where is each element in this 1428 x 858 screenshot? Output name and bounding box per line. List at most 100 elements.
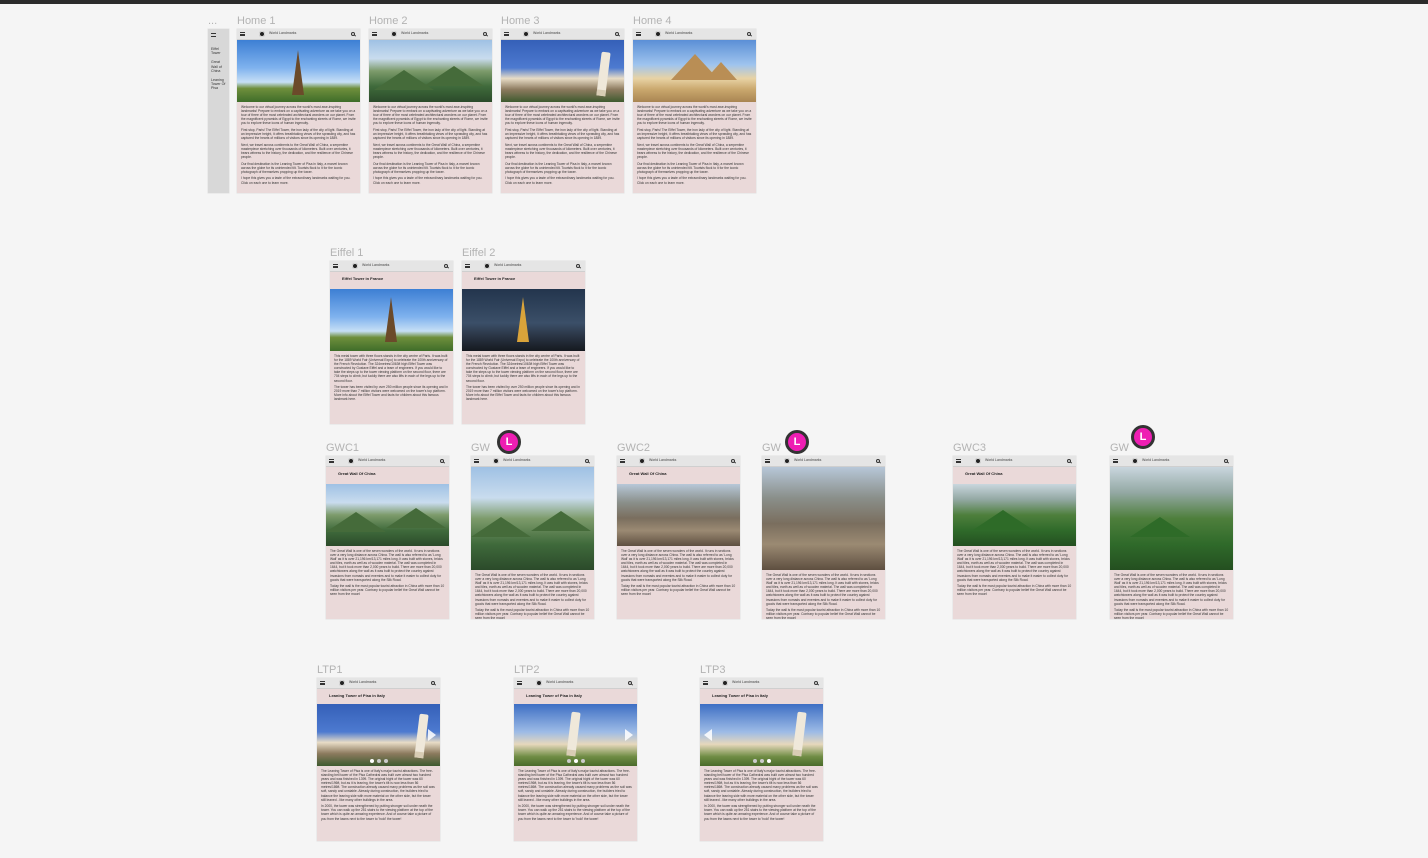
hamburger-icon[interactable] <box>465 264 470 268</box>
search-icon[interactable] <box>444 263 448 268</box>
carousel-dot[interactable] <box>766 759 771 763</box>
frame-gwc2[interactable]: World Landmarks Great Wall Of China The … <box>617 456 740 619</box>
frame-gwc1-variant[interactable]: World Landmarks The Great Wall is one of… <box>471 456 594 619</box>
frame-ltp3[interactable]: World Landmarks Leaning Tower of Pisa in… <box>700 678 823 841</box>
frame-label-home1[interactable]: Home 1 <box>237 15 276 27</box>
frame-home4[interactable]: World Landmarks Welcome to our virtual j… <box>633 29 756 193</box>
carousel-dot[interactable] <box>759 759 764 763</box>
frame-header: World Landmarks <box>762 456 885 467</box>
frame-gwc2-variant[interactable]: World Landmarks The Great Wall is one of… <box>762 456 885 619</box>
hamburger-icon[interactable] <box>620 459 625 463</box>
frame-home2[interactable]: World Landmarks Welcome to our virtual j… <box>369 29 492 193</box>
frame-header: World Landmarks <box>501 29 624 40</box>
carousel-dots <box>369 759 388 763</box>
home-body-text: Welcome to our virtual journey across th… <box>241 105 356 185</box>
collaborator-avatar[interactable]: L <box>785 430 809 454</box>
search-icon[interactable] <box>615 31 619 36</box>
carousel-image-pisa[interactable] <box>700 704 823 766</box>
frame-label-ltp1[interactable]: LTP1 <box>317 664 342 676</box>
frame-label-gwc2[interactable]: GWC2 <box>617 442 650 454</box>
search-icon[interactable] <box>1224 458 1228 463</box>
collaborator-avatar[interactable]: L <box>497 430 521 454</box>
frame-label-eiffel2[interactable]: Eiffel 2 <box>462 247 495 259</box>
frame-home1[interactable]: World Landmarks Welcome to our virtual j… <box>237 29 360 193</box>
hamburger-icon[interactable] <box>517 681 522 685</box>
frame-gwc1[interactable]: World Landmarks Great Wall Of China The … <box>326 456 449 619</box>
search-icon[interactable] <box>483 31 487 36</box>
mountain-shape <box>1130 517 1190 537</box>
frame-label-ltp3[interactable]: LTP3 <box>700 664 725 676</box>
frame-gwc3[interactable]: World Landmarks Great Wall Of China The … <box>953 456 1076 619</box>
brand-name: World Landmarks <box>349 680 377 684</box>
hamburger-icon[interactable] <box>372 32 377 36</box>
frame-label-home4[interactable]: Home 4 <box>633 15 672 27</box>
carousel-dot[interactable] <box>573 759 578 763</box>
hamburger-icon[interactable] <box>329 459 334 463</box>
search-icon[interactable] <box>351 31 355 36</box>
frame-label-eiffel1[interactable]: Eiffel 1 <box>330 247 363 259</box>
frame-label-gwc3[interactable]: GWC3 <box>953 442 986 454</box>
frame-ltp1[interactable]: World Landmarks Leaning Tower of Pisa in… <box>317 678 440 841</box>
search-icon[interactable] <box>876 458 880 463</box>
carousel-dot[interactable] <box>369 759 374 763</box>
search-icon[interactable] <box>431 680 435 685</box>
frame-eiffel1[interactable]: World Landmarks Eiffel Tower in France T… <box>330 261 453 424</box>
frame-label-home3[interactable]: Home 3 <box>501 15 540 27</box>
frame-label-gwc1-variant[interactable]: GW <box>471 442 490 454</box>
hamburger-icon[interactable] <box>956 459 961 463</box>
frame-label-gwc3-variant[interactable]: GW <box>1110 442 1129 454</box>
frame-label-ltp2[interactable]: LTP2 <box>514 664 539 676</box>
hamburger-icon[interactable] <box>765 459 770 463</box>
hamburger-icon[interactable] <box>211 33 216 37</box>
hamburger-icon[interactable] <box>333 264 338 268</box>
globe-logo-icon <box>536 680 542 686</box>
hamburger-icon[interactable] <box>703 681 708 685</box>
frame-home3[interactable]: World Landmarks Welcome to our virtual j… <box>501 29 624 193</box>
frame-header: World Landmarks <box>953 456 1076 467</box>
globe-logo-icon <box>352 263 358 269</box>
frame-header: World Landmarks <box>369 29 492 40</box>
side-nav-item-great-wall[interactable]: Great Wall of China <box>211 60 227 73</box>
frame-eiffel2[interactable]: World Landmarks Eiffel Tower in France T… <box>462 261 585 424</box>
frame-header: World Landmarks <box>617 456 740 467</box>
carousel-next-icon[interactable] <box>625 729 633 741</box>
frame-label-home2[interactable]: Home 2 <box>369 15 408 27</box>
collaborator-avatar[interactable]: L <box>1131 425 1155 449</box>
carousel-dot[interactable] <box>376 759 381 763</box>
hamburger-icon[interactable] <box>474 459 479 463</box>
search-icon[interactable] <box>747 31 751 36</box>
carousel-image-pisa[interactable] <box>514 704 637 766</box>
carousel-prev-icon[interactable] <box>704 729 712 741</box>
hamburger-icon[interactable] <box>636 32 641 36</box>
gwc-body-text: The Great Wall is one of the seven wonde… <box>621 549 736 597</box>
search-icon[interactable] <box>440 458 444 463</box>
frame-label-gwc2-variant[interactable]: GW <box>762 442 781 454</box>
side-nav-item-pisa[interactable]: Leaning Tower Of Pisa <box>211 78 227 91</box>
hamburger-icon[interactable] <box>240 32 245 36</box>
hero-image-pisa <box>501 40 624 102</box>
frame-label-side-nav[interactable]: ... <box>208 15 217 27</box>
carousel-next-icon[interactable] <box>428 729 436 741</box>
frame-side-nav[interactable]: Eiffel Tower Great Wall of China Leaning… <box>208 29 229 193</box>
carousel-dot[interactable] <box>752 759 757 763</box>
search-icon[interactable] <box>585 458 589 463</box>
carousel-dot[interactable] <box>566 759 571 763</box>
search-icon[interactable] <box>731 458 735 463</box>
search-icon[interactable] <box>628 680 632 685</box>
mountain-shape <box>973 510 1033 530</box>
frame-ltp2[interactable]: World Landmarks Leaning Tower of Pisa in… <box>514 678 637 841</box>
frame-label-gwc1[interactable]: GWC1 <box>326 442 359 454</box>
brand-name: World Landmarks <box>985 458 1013 462</box>
search-icon[interactable] <box>576 263 580 268</box>
frame-gwc3-variant[interactable]: World Landmarks The Great Wall is one of… <box>1110 456 1233 619</box>
search-icon[interactable] <box>1067 458 1071 463</box>
hamburger-icon[interactable] <box>1113 459 1118 463</box>
hamburger-icon[interactable] <box>320 681 325 685</box>
search-icon[interactable] <box>814 680 818 685</box>
side-nav-item-eiffel[interactable]: Eiffel Tower <box>211 47 227 55</box>
carousel-image-pisa[interactable] <box>317 704 440 766</box>
carousel-dot[interactable] <box>580 759 585 763</box>
carousel-dot[interactable] <box>383 759 388 763</box>
globe-logo-icon <box>523 31 529 37</box>
hamburger-icon[interactable] <box>504 32 509 36</box>
